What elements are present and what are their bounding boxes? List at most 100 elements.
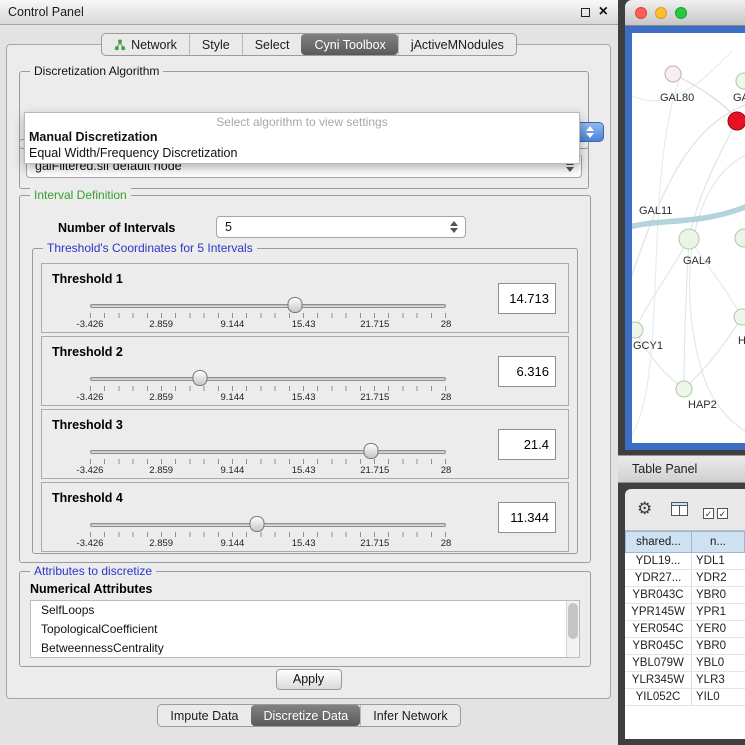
threshold-value-field[interactable]: 14.713 (498, 283, 556, 314)
table-row[interactable]: YPR145W YPR1 (625, 604, 745, 621)
tab-style[interactable]: Style (189, 34, 242, 55)
network-node[interactable] (632, 322, 643, 338)
float-window-icon[interactable] (581, 8, 590, 17)
tab-select[interactable]: Select (242, 34, 302, 55)
slider-thumb[interactable] (250, 516, 265, 532)
threshold-panel: Threshold 4 -3.426 2.859 9.144 (41, 482, 569, 552)
thresholds-group-title: Threshold's Coordinates for 5 Intervals (43, 241, 257, 255)
slider-track[interactable] (90, 304, 446, 308)
cell-shared-name[interactable]: YDL19... (625, 553, 692, 569)
tab-infer-network[interactable]: Infer Network (360, 705, 459, 726)
threshold-value-field[interactable]: 11.344 (498, 502, 556, 533)
cell-shared-name[interactable]: YBL079W (625, 655, 692, 671)
threshold-value-field[interactable]: 21.4 (498, 429, 556, 460)
attribute-list-item[interactable]: BetweennessCentrality (31, 639, 579, 658)
network-node[interactable] (734, 309, 745, 325)
cell-name[interactable]: YPR1 (692, 604, 745, 620)
slider-scale: -3.426 2.859 9.144 15.43 21.715 28 (90, 465, 446, 477)
algorithm-option-equal-width[interactable]: Equal Width/Frequency Discretization (25, 145, 579, 161)
cell-name[interactable]: YBR0 (692, 587, 745, 603)
network-canvas[interactable]: GAL80 GA GAL11 GAL4 GCY1 HAP2 H (632, 33, 745, 443)
cell-name[interactable]: YBR0 (692, 638, 745, 654)
select-all-checkboxes-icon[interactable]: ✓✓ (703, 504, 731, 522)
cell-shared-name[interactable]: YER054C (625, 621, 692, 637)
node-label: GA (733, 92, 745, 104)
tab-discretize-data-label: Discretize Data (264, 709, 349, 723)
threshold-value-field[interactable]: 6.316 (498, 356, 556, 387)
network-icon (114, 39, 126, 51)
cell-shared-name[interactable]: YLR345W (625, 672, 692, 688)
attribute-list-item[interactable]: SelfLoops (31, 601, 579, 620)
scale-label: 2.859 (149, 538, 173, 549)
columns-icon[interactable] (671, 502, 688, 516)
table-row[interactable]: YDR27... YDR2 (625, 570, 745, 587)
tab-network[interactable]: Network (102, 34, 189, 55)
table-row[interactable]: YBR045C YBR0 (625, 638, 745, 655)
attributes-scrollbar[interactable] (566, 601, 579, 657)
slider-track[interactable] (90, 523, 446, 527)
network-node-selected-red[interactable] (728, 112, 745, 130)
cell-name[interactable]: YER0 (692, 621, 745, 637)
slider-track[interactable] (90, 450, 446, 454)
tab-jactivemnodules[interactable]: jActiveMNodules (398, 34, 516, 55)
table-row[interactable]: YBR043C YBR0 (625, 587, 745, 604)
cell-shared-name[interactable]: YDR27... (625, 570, 692, 586)
scale-label: 21.715 (360, 392, 389, 403)
threshold-panel: Threshold 2 -3.426 2.859 9.144 (41, 336, 569, 406)
close-icon[interactable]: × (599, 6, 608, 18)
network-node[interactable] (735, 229, 745, 247)
slider-track[interactable] (90, 377, 446, 381)
scale-label: 9.144 (221, 319, 245, 330)
slider-thumb[interactable] (193, 370, 208, 386)
threshold-slider[interactable]: -3.426 2.859 9.144 15.43 21.715 28 (90, 371, 446, 405)
slider-thumb[interactable] (288, 297, 303, 313)
table-row[interactable]: YLR345W YLR3 (625, 672, 745, 689)
scale-label: 28 (441, 465, 452, 476)
tab-impute-data[interactable]: Impute Data (158, 705, 250, 726)
number-of-intervals-label: Number of Intervals (58, 221, 175, 235)
number-of-intervals-select[interactable]: 5 (216, 216, 466, 238)
cell-name[interactable]: YDL1 (692, 553, 745, 569)
spinner-arrows-icon (450, 221, 458, 233)
cell-shared-name[interactable]: YIL052C (625, 689, 692, 705)
minimize-traffic-light-icon[interactable] (655, 7, 667, 19)
attribute-list-item[interactable]: TopologicalCoefficient (31, 620, 579, 639)
cell-shared-name[interactable]: YPR145W (625, 604, 692, 620)
close-traffic-light-icon[interactable] (635, 7, 647, 19)
cell-name[interactable]: YBL0 (692, 655, 745, 671)
threshold-slider[interactable]: -3.426 2.859 9.144 15.43 21.715 28 (90, 517, 446, 551)
network-node[interactable] (676, 381, 692, 397)
column-header-shared-name[interactable]: shared... (625, 531, 692, 553)
threshold-slider[interactable]: -3.426 2.859 9.144 15.43 21.715 28 (90, 298, 446, 332)
control-panel-titlebar[interactable]: Control Panel × (0, 0, 618, 25)
cell-name[interactable]: YIL0 (692, 689, 745, 705)
tab-discretize-data[interactable]: Discretize Data (251, 705, 361, 726)
table-row[interactable]: YIL052C YIL0 (625, 689, 745, 706)
cell-shared-name[interactable]: YBR043C (625, 587, 692, 603)
table-row[interactable]: YER054C YER0 (625, 621, 745, 638)
algorithm-combo-button[interactable] (576, 122, 604, 142)
network-node[interactable] (679, 229, 699, 249)
tab-cyni-toolbox[interactable]: Cyni Toolbox (301, 34, 397, 55)
cell-name[interactable]: YDR2 (692, 570, 745, 586)
table-row[interactable]: YBL079W YBL0 (625, 655, 745, 672)
cell-name[interactable]: YLR3 (692, 672, 745, 688)
table-panel-header[interactable]: Table Panel (618, 455, 745, 483)
column-header-name[interactable]: n... (692, 531, 745, 553)
apply-button[interactable]: Apply (276, 669, 342, 690)
network-node[interactable] (736, 73, 745, 89)
zoom-traffic-light-icon[interactable] (675, 7, 687, 19)
gear-icon[interactable]: ⚙ (637, 499, 652, 519)
cell-shared-name[interactable]: YBR045C (625, 638, 692, 654)
table-row[interactable]: YDL19... YDL1 (625, 553, 745, 570)
scale-label: -3.426 (77, 465, 104, 476)
scale-label: 15.43 (292, 538, 316, 549)
scrollbar-thumb[interactable] (568, 603, 578, 639)
tab-infer-network-label: Infer Network (373, 709, 447, 723)
slider-thumb[interactable] (364, 443, 379, 459)
algorithm-option-manual[interactable]: Manual Discretization (25, 129, 579, 145)
network-window-titlebar[interactable] (625, 0, 745, 26)
threshold-slider[interactable]: -3.426 2.859 9.144 15.43 21.715 28 (90, 444, 446, 478)
network-node[interactable] (665, 66, 681, 82)
table-header-row: shared... n... (625, 531, 745, 553)
